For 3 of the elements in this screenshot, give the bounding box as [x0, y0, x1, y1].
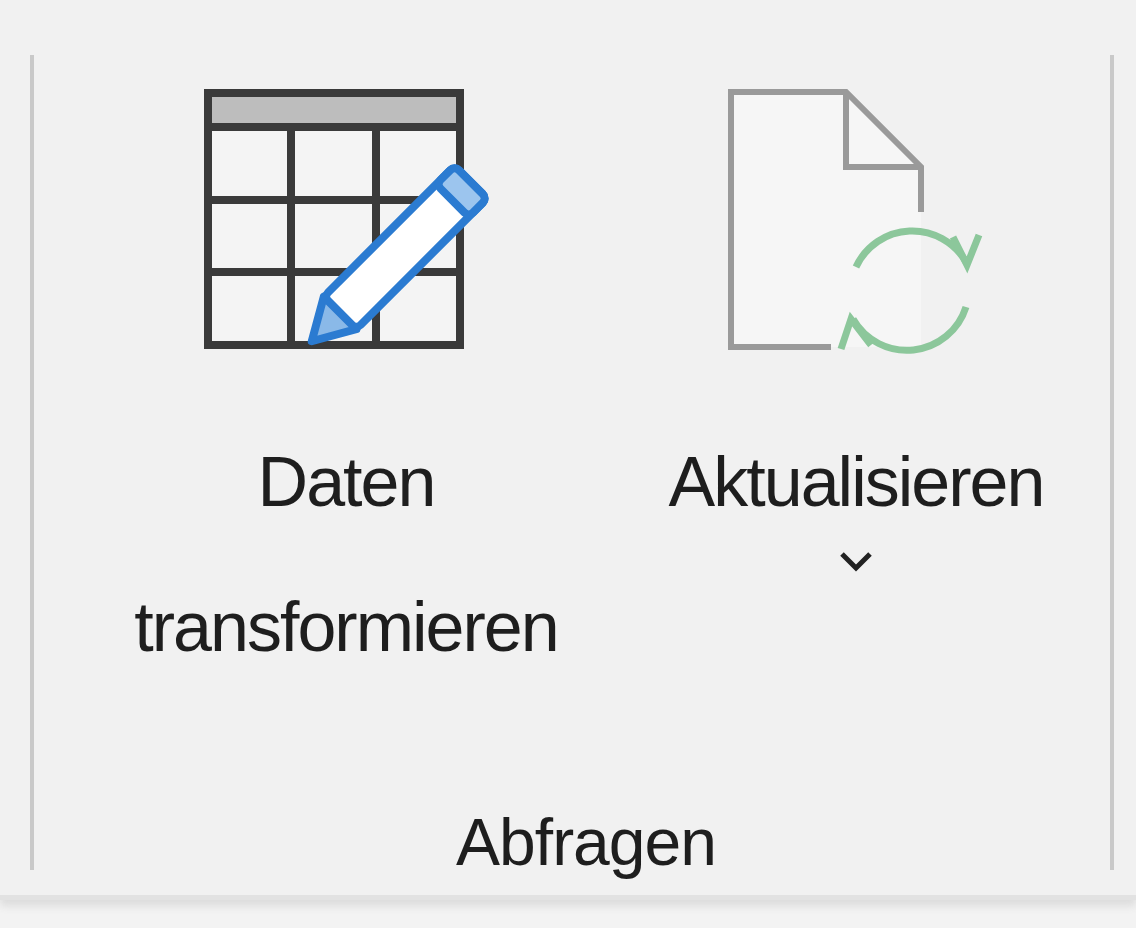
ribbon-button[interactable]: Aktualisieren: [626, 85, 1086, 572]
ribbon-button[interactable]: Daten transformieren: [86, 85, 606, 700]
group-label: Abfragen: [456, 804, 716, 880]
